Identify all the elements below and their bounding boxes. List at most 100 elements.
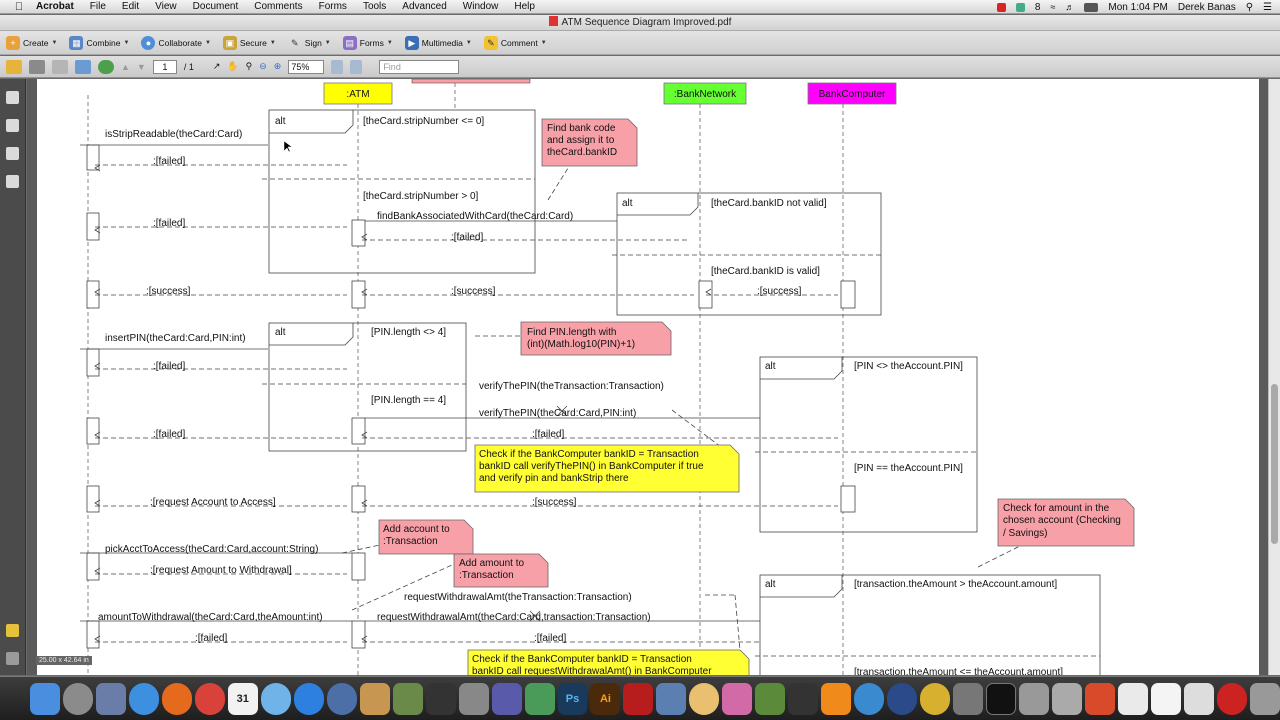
charts-icon[interactable] — [524, 682, 555, 715]
vlc-icon[interactable] — [821, 682, 852, 715]
calendar-icon[interactable]: 31 — [227, 682, 258, 715]
starus-icon[interactable] — [392, 682, 423, 715]
menu-forms[interactable]: Forms — [311, 1, 355, 12]
note-text: :Transaction — [459, 570, 514, 581]
menu-window[interactable]: Window — [455, 1, 507, 12]
menu-advanced[interactable]: Advanced — [394, 1, 454, 12]
attachment-icon[interactable] — [6, 652, 19, 665]
clock[interactable]: Mon 1:04 PM — [1108, 2, 1167, 13]
trash-icon[interactable] — [1249, 682, 1280, 715]
menu-file[interactable]: File — [82, 1, 114, 12]
star-icon[interactable] — [425, 682, 456, 715]
open-folder-icon[interactable] — [6, 59, 22, 74]
note-text: bankID call requestWithdrawalAmt() in Ba… — [472, 666, 712, 675]
launchpad-icon[interactable] — [62, 682, 93, 715]
forms-button[interactable]: ▤ Forms ▼ — [342, 35, 393, 50]
notification-icon[interactable]: ☰ — [1263, 2, 1272, 13]
note-text: Add amount to — [459, 558, 524, 569]
layers-icon[interactable] — [6, 147, 19, 160]
system-prefs-icon[interactable] — [95, 682, 126, 715]
marquee-zoom-icon[interactable]: ⚲ — [246, 61, 253, 72]
secure-button[interactable]: ▣ Secure ▼ — [222, 35, 276, 50]
select-cursor-icon[interactable]: ↗ — [213, 61, 221, 72]
globe-icon[interactable] — [887, 682, 918, 715]
android-icon[interactable] — [722, 682, 753, 715]
signatures-icon[interactable] — [6, 175, 19, 188]
combine-button[interactable]: ▦ Combine ▼ — [69, 35, 129, 50]
record-icon[interactable] — [996, 2, 1006, 12]
claquette-icon[interactable] — [788, 682, 819, 715]
menu-document[interactable]: Document — [185, 1, 247, 12]
mail-icon[interactable] — [1184, 682, 1214, 715]
xcode-icon[interactable] — [1052, 682, 1083, 715]
photoshop-icon[interactable]: Ps — [557, 682, 588, 715]
message-label: :[success] — [757, 286, 802, 297]
wifi-icon[interactable]: ≈ — [1050, 2, 1055, 12]
wrench-icon[interactable] — [953, 682, 984, 715]
script-icon[interactable] — [656, 682, 687, 715]
zoom-level-select[interactable]: 75% — [288, 59, 325, 74]
scroll-mode-icon[interactable] — [331, 59, 344, 74]
fit-page-icon[interactable] — [350, 59, 363, 74]
itunes-icon[interactable] — [260, 682, 291, 715]
app-store-icon[interactable] — [293, 682, 324, 715]
terminal-icon[interactable] — [986, 682, 1017, 715]
preview-icon[interactable] — [359, 682, 390, 715]
find-input[interactable]: Find — [379, 59, 460, 74]
bookmarks-icon[interactable] — [6, 119, 19, 132]
download-icon[interactable] — [1118, 682, 1149, 715]
globe-icon[interactable] — [98, 59, 114, 74]
zoom-in-icon[interactable]: ⊕ — [274, 61, 282, 72]
sync-icon[interactable] — [1015, 2, 1025, 12]
quicktime-icon[interactable] — [326, 682, 357, 715]
stop-icon[interactable] — [1217, 682, 1247, 715]
comments-icon[interactable] — [6, 624, 19, 637]
menu-comments[interactable]: Comments — [246, 1, 310, 12]
menu-help[interactable]: Help — [506, 1, 543, 12]
create-button[interactable]: + Create ▼ — [6, 35, 57, 50]
firefox-icon[interactable] — [161, 682, 192, 715]
pages-icon[interactable] — [6, 91, 19, 104]
print-icon[interactable] — [29, 59, 45, 74]
save-icon[interactable] — [52, 59, 68, 74]
page-number-input[interactable]: 1 — [152, 59, 177, 74]
menu-view[interactable]: View — [147, 1, 185, 12]
photo-icon[interactable] — [458, 682, 489, 715]
minecraft-icon[interactable] — [755, 682, 786, 715]
hand-tool-icon[interactable]: ✋ — [227, 61, 238, 72]
collaborate-button[interactable]: ● Collaborate ▼ — [141, 35, 211, 50]
email-icon[interactable] — [75, 59, 91, 74]
chrome-icon[interactable] — [194, 682, 225, 715]
palette-icon[interactable] — [689, 682, 720, 715]
docs-icon[interactable] — [1151, 682, 1182, 715]
apple-icon[interactable]:  — [10, 1, 28, 13]
multimedia-button[interactable]: ▶ Multimedia ▼ — [404, 35, 472, 50]
presentation-icon[interactable] — [1085, 682, 1116, 715]
volume-icon[interactable]: ♬ — [1065, 2, 1074, 12]
badge-count[interactable]: 8 — [1035, 2, 1041, 13]
network-icon[interactable] — [920, 682, 951, 715]
vertical-scrollbar[interactable] — [1268, 79, 1280, 675]
comment-button[interactable]: ✎ Comment ▼ — [483, 35, 547, 50]
menu-app[interactable]: Acrobat — [28, 1, 82, 12]
menu-edit[interactable]: Edit — [114, 1, 147, 12]
window-title-bar: ATM Sequence Diagram Improved.pdf — [0, 15, 1280, 31]
safari-icon[interactable] — [128, 682, 159, 715]
alt-label: alt — [275, 116, 286, 127]
spotlight-icon[interactable]: ⚲ — [1246, 2, 1253, 13]
sign-button[interactable]: ✎ Sign ▼ — [288, 36, 331, 50]
finder-icon[interactable] — [30, 682, 60, 715]
zoom-out-icon[interactable]: ⊖ — [259, 61, 267, 72]
scrollbar-thumb[interactable] — [1271, 384, 1278, 544]
calculator-icon[interactable] — [1019, 682, 1050, 715]
document-area[interactable]: :ATM :BankNetwork BankComputer alt [theC… — [27, 79, 1268, 675]
skype-icon[interactable] — [854, 682, 885, 715]
battery-icon[interactable] — [1084, 2, 1099, 12]
pen-icon[interactable] — [491, 682, 522, 715]
menu-tools[interactable]: Tools — [355, 1, 394, 12]
illustrator-icon[interactable]: Ai — [590, 682, 621, 715]
acrobat-icon[interactable] — [623, 682, 654, 715]
arrow-down-icon[interactable]: ▼ — [137, 62, 146, 72]
arrow-up-icon[interactable]: ▲ — [121, 62, 130, 72]
user-name[interactable]: Derek Banas — [1178, 2, 1236, 13]
